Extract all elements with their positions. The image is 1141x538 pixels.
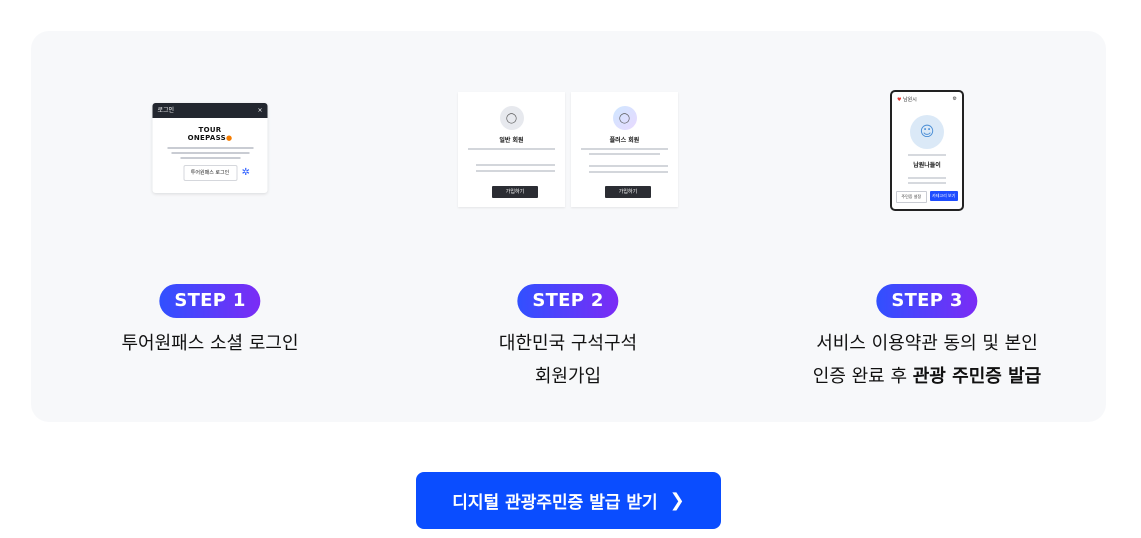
tour-onepass-logo: TOUR ONEPASS● [187, 126, 233, 142]
heart-icon: ♥ [897, 97, 902, 103]
mascot-avatar: ☺ [910, 115, 944, 149]
step-badge: STEP 3 [876, 284, 978, 318]
issue-tourist-id-button[interactable]: 디지털 관광주민증 발급 받기 ❯ [416, 472, 721, 529]
step-2: ◯ 일반 회원 가입하기 ◯ 플러스 회원 가입하기 STEP 2 대한민국 구… [389, 31, 747, 422]
step-3: ♥ 남원시 ⚙ ☺ 남원나들이 주민증 설정 카테고리 보기 STEP 3 서비… [748, 31, 1106, 422]
cursor-click-icon: ✲ [241, 167, 250, 178]
step-description: 서비스 이용약관 동의 및 본인 인증 완료 후 관광 주민증 발급 [812, 333, 1042, 387]
step-description: 대한민국 구석구석 회원가입 [498, 333, 638, 387]
settings-icon: ⚙ [952, 96, 957, 102]
phone-preview-image: ♥ 남원시 ⚙ ☺ 남원나들이 주민증 설정 카테고리 보기 [890, 90, 964, 211]
login-preview-header: 로그인 × [152, 103, 268, 118]
user-icon: ◯ [499, 106, 524, 130]
plus-member-card: ◯ 플러스 회원 가입하기 [571, 92, 678, 207]
chevron-right-icon: ❯ [669, 490, 685, 511]
cta-label: 디지털 관광주민증 발급 받기 [452, 493, 658, 513]
phone-preview-header: ♥ 남원시 ⚙ [897, 96, 957, 103]
login-preview-title: 로그인 [157, 107, 175, 114]
highlight-text: 관광 주민증 발급 [912, 366, 1042, 387]
login-preview-text [167, 147, 253, 159]
step-1: 로그인 × TOUR ONEPASS● 투어원패스 로그인 ✲ STEP 1 투… [31, 31, 389, 422]
signup-preview-image: ◯ 일반 회원 가입하기 ◯ 플러스 회원 가입하기 [458, 92, 678, 207]
steps-panel: 로그인 × TOUR ONEPASS● 투어원패스 로그인 ✲ STEP 1 투… [31, 31, 1106, 422]
general-member-card: ◯ 일반 회원 가입하기 [458, 92, 565, 207]
close-icon: × [257, 107, 263, 114]
step-description: 투어원패스 소셜 로그인 [121, 333, 299, 354]
phone-preview-buttons: 주민증 설정 카테고리 보기 [896, 191, 958, 203]
login-preview-image: 로그인 × TOUR ONEPASS● 투어원패스 로그인 ✲ [152, 103, 268, 193]
login-preview-button: 투어원패스 로그인 ✲ [183, 165, 250, 181]
step-badge: STEP 1 [159, 284, 261, 318]
step-badge: STEP 2 [517, 284, 619, 318]
user-plus-icon: ◯ [612, 106, 637, 130]
